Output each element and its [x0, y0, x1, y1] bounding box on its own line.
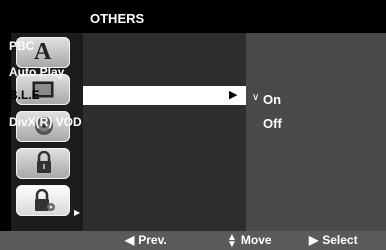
left-arrow-icon: ◀: [125, 233, 135, 247]
category-sidebar: A ▶: [11, 33, 83, 231]
menu-item-divx-vod[interactable]: DivX(R) VOD: [9, 115, 82, 129]
hint-prev-label: Prev.: [138, 233, 167, 247]
sidebar-item-lock[interactable]: [16, 148, 70, 179]
menu-item-pbc[interactable]: PBC: [9, 39, 34, 53]
menu-item-auto-play[interactable]: Auto Play: [9, 65, 64, 79]
option-on[interactable]: On: [263, 92, 281, 107]
selection-arrow-icon: ▶: [74, 208, 81, 217]
hint-select-label: Select: [322, 233, 358, 247]
right-arrow-icon: ▶: [309, 233, 319, 247]
others-icon: [32, 188, 56, 218]
sidebar-item-others[interactable]: [16, 185, 70, 216]
setup-screen: OTHERS A ▶ PBC Auto Play B.L.E DivX(R) V…: [0, 0, 386, 250]
hint-select: ▶ Select: [309, 233, 358, 247]
menu-item-ble[interactable]: B.L.E: [9, 88, 40, 102]
language-icon: A: [34, 39, 52, 65]
hint-prev: ◀ Prev.: [125, 233, 167, 247]
hint-move-label: Move: [240, 233, 272, 247]
others-menu: [83, 33, 246, 231]
menu-highlight: [83, 86, 246, 105]
submenu-arrow-icon: ▶: [229, 89, 238, 101]
hint-move: ▲ ▼ Move: [227, 231, 272, 250]
check-mark-icon: ∨: [252, 92, 260, 103]
lock-icon: [36, 150, 52, 179]
up-down-arrow-icon: ▲ ▼: [227, 231, 237, 250]
page-title: OTHERS: [90, 11, 145, 26]
options-submenu: [246, 33, 386, 231]
option-off[interactable]: Off: [263, 116, 282, 131]
